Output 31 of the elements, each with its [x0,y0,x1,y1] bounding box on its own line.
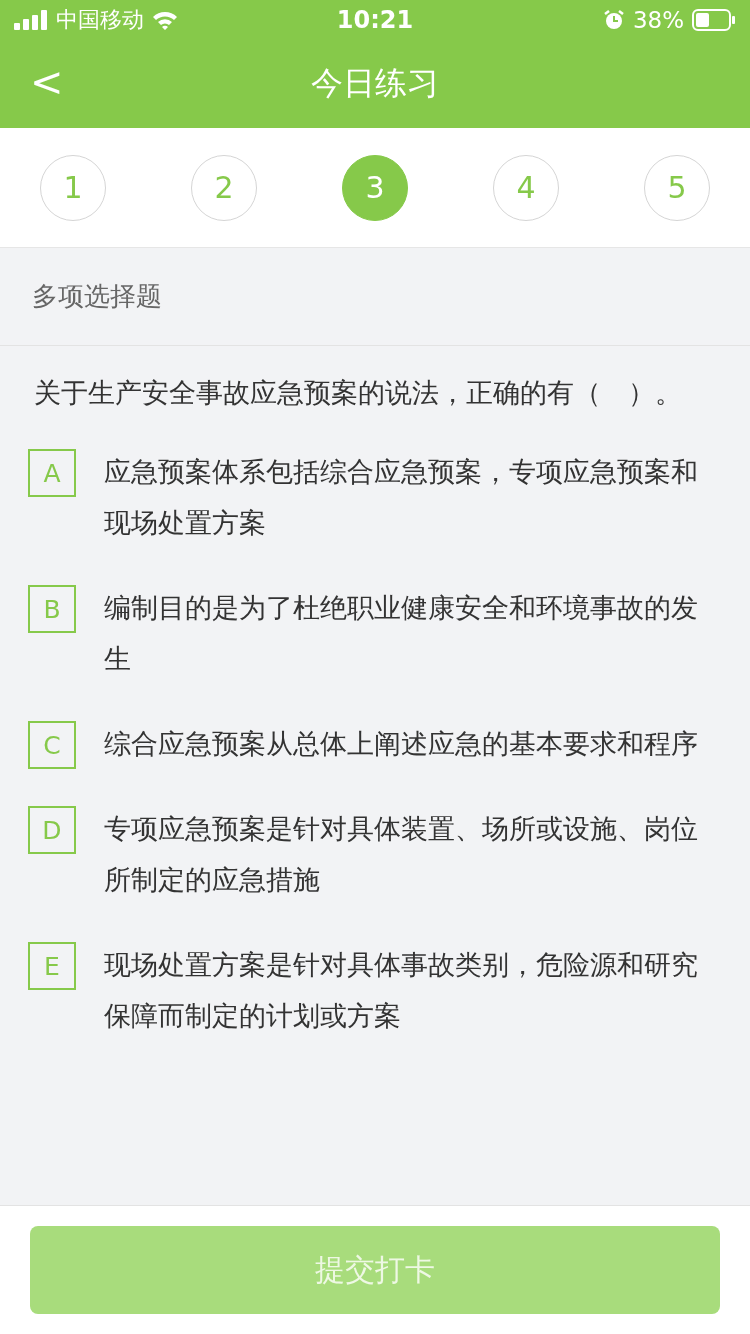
option-text: 编制目的是为了杜绝职业健康安全和环境事故的发生 [104,591,699,676]
battery-icon [692,9,736,31]
option-row[interactable]: A 应急预案体系包括综合应急预案，专项应急预案和现场处置方案 [28,446,716,548]
option-row[interactable]: D 专项应急预案是针对具体装置、场所或设施、岗位所制定的应急措施 [28,803,716,905]
question-number[interactable]: 4 [493,154,559,221]
question-text: 关于生产安全事故应急预案的说法，正确的有（ ）。 [34,376,683,410]
option-text: 专项应急预案是针对具体装置、场所或设施、岗位所制定的应急措施 [104,812,699,897]
question-number[interactable]: 3 [342,154,408,221]
status-time: 10:21 [336,6,414,34]
page-title: 今日练习 [311,63,439,104]
back-button[interactable]: < [22,54,72,110]
option-text: 现场处置方案是针对具体事故类别，危险源和研究保障而制定的计划或方案 [104,948,699,1033]
option-text: 应急预案体系包括综合应急预案，专项应急预案和现场处置方案 [104,455,699,540]
option-row[interactable]: C 综合应急预案从总体上阐述应急的基本要求和程序 [28,718,716,769]
option-letter: C [28,721,76,769]
signal-icon [14,10,48,30]
question-number[interactable]: 1 [40,154,106,221]
battery-percent: 38% [632,7,684,33]
option-letter: B [28,585,76,633]
option-letter: D [28,806,76,854]
option-letter: A [28,449,76,497]
carrier-name: 中国移动 [56,6,144,34]
question-type: 多项选择题 [32,280,162,313]
option-row[interactable]: B 编制目的是为了杜绝职业健康安全和环境事故的发生 [28,582,716,684]
option-row[interactable]: E 现场处置方案是针对具体事故类别，危险源和研究保障而制定的计划或方案 [28,939,716,1041]
wifi-icon [152,10,178,30]
question-number[interactable]: 2 [191,154,257,221]
option-letter: E [28,942,76,990]
alarm-icon [602,9,625,31]
option-text: 综合应急预案从总体上阐述应急的基本要求和程序 [104,727,698,761]
question-number[interactable]: 5 [644,154,710,221]
